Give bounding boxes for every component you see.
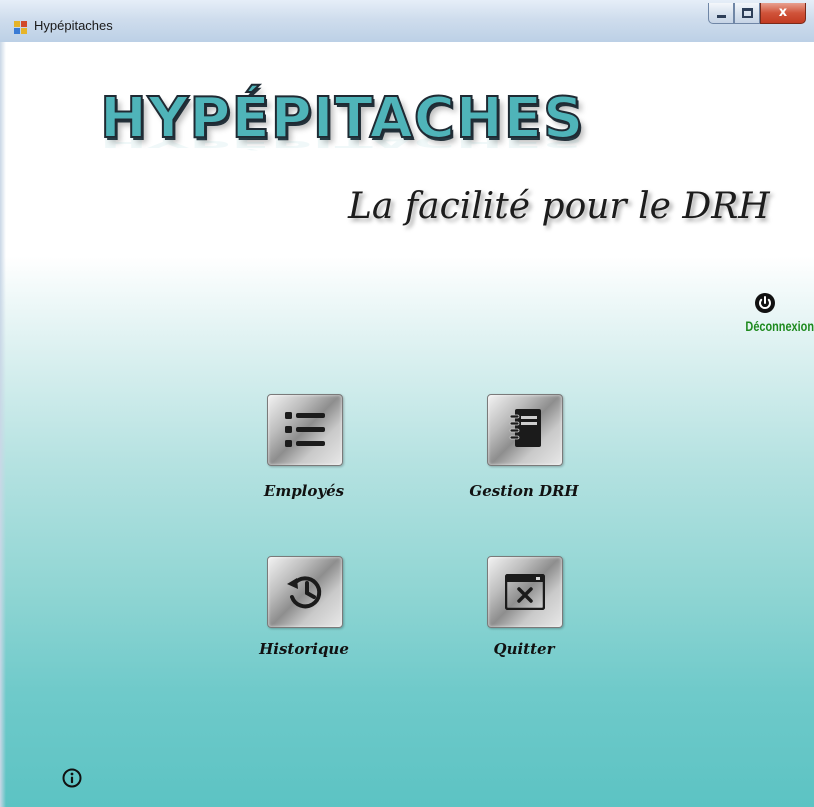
menu-tile-employes[interactable]: Employés bbox=[204, 394, 404, 514]
menu-tile-historique[interactable]: Historique bbox=[204, 556, 404, 676]
menu-tile-quitter[interactable]: Quitter bbox=[424, 556, 624, 676]
window-controls: x bbox=[708, 3, 806, 25]
app-icon bbox=[14, 21, 27, 34]
historique-label: Historique bbox=[259, 640, 349, 658]
window-border bbox=[0, 42, 6, 807]
gestion-drh-label: Gestion DRH bbox=[469, 482, 579, 500]
quitter-button[interactable] bbox=[487, 556, 563, 628]
gestion-drh-button[interactable] bbox=[487, 394, 563, 466]
quitter-label: Quitter bbox=[493, 640, 555, 658]
info-icon[interactable] bbox=[62, 768, 82, 788]
maximize-icon bbox=[742, 8, 753, 18]
logo-reflection: HYPÉPITACHES bbox=[100, 133, 585, 150]
notebook-icon bbox=[509, 409, 541, 447]
employes-button[interactable] bbox=[267, 394, 343, 466]
close-button[interactable]: x bbox=[760, 3, 806, 24]
logout-label: Déconnexion bbox=[745, 318, 814, 334]
menu-tile-gestion-drh[interactable]: Gestion DRH bbox=[424, 394, 624, 514]
tagline: La facilité pour le DRH bbox=[348, 186, 770, 227]
window-title: Hypépitaches bbox=[34, 18, 113, 33]
window-titlebar[interactable]: Hypépitaches x bbox=[0, 0, 814, 43]
window-close-icon bbox=[505, 574, 545, 610]
employes-label: Employés bbox=[263, 482, 345, 500]
minimize-icon bbox=[717, 15, 726, 18]
history-icon bbox=[287, 576, 322, 609]
list-icon bbox=[285, 412, 325, 447]
close-icon: x bbox=[778, 5, 788, 20]
minimize-button[interactable] bbox=[708, 3, 734, 24]
logout-button[interactable]: Déconnexion bbox=[718, 290, 814, 350]
maximize-button[interactable] bbox=[734, 3, 760, 24]
historique-button[interactable] bbox=[267, 556, 343, 628]
power-icon bbox=[755, 293, 775, 313]
